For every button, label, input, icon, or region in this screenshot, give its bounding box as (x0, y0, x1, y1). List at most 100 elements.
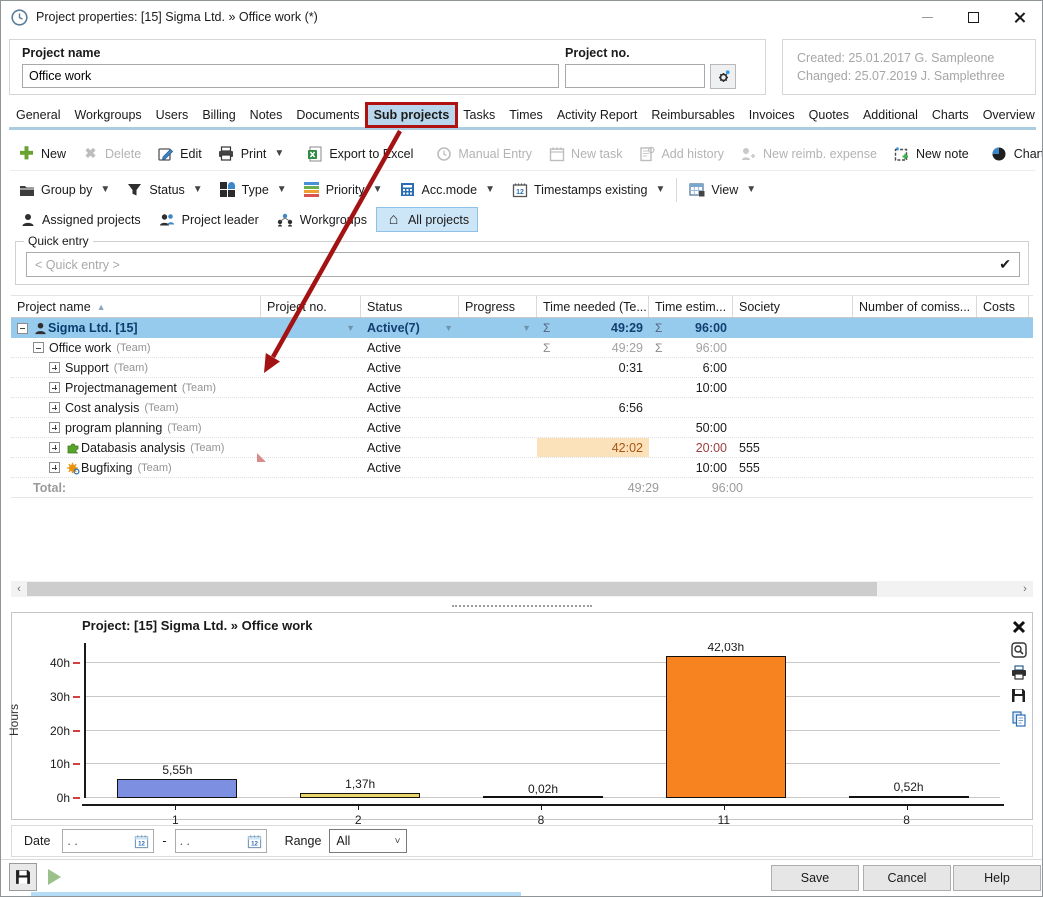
type-filter-button[interactable]: Type▼ (211, 177, 295, 202)
workgroups-button[interactable]: Workgroups (268, 207, 376, 232)
table-row-program-planning[interactable]: program planning(Team) Active 50:00 (11, 418, 1033, 438)
tab-reimbursables[interactable]: Reimbursables (644, 104, 741, 126)
new-reimb-expense-button[interactable]: New reimb. expense (732, 141, 885, 166)
assigned-projects-button[interactable]: Assigned projects (10, 207, 150, 232)
all-projects-button[interactable]: ⌂All projects (376, 207, 478, 232)
date-to-input[interactable]: . . 12 (175, 829, 267, 853)
chart-preview-icon[interactable] (1010, 641, 1027, 658)
tab-additional[interactable]: Additional (856, 104, 925, 126)
col-time-estim[interactable]: Time estim... (649, 296, 733, 317)
expand-expander-icon[interactable] (49, 362, 60, 373)
group-by-button[interactable]: Group by▼ (10, 177, 118, 202)
cell-dropdown-icon[interactable]: ▼ (444, 323, 453, 333)
table-row-support[interactable]: Support(Team) Active 0:31 6:00 (11, 358, 1033, 378)
calendar-icon[interactable]: 12 (134, 834, 149, 849)
add-history-button[interactable]: Add history (630, 141, 732, 166)
tab-general[interactable]: General (9, 104, 67, 126)
quick-save-button[interactable] (9, 863, 37, 891)
col-costs[interactable]: Costs (977, 296, 1029, 317)
quick-entry-confirm-icon[interactable]: ✔ (999, 256, 1011, 273)
table-row-databasis-analysis[interactable]: Databasis analysis(Team) Active 42:02 20… (11, 438, 1033, 458)
expand-expander-icon[interactable] (49, 442, 60, 453)
col-society[interactable]: Society (733, 296, 853, 317)
print-button[interactable]: Print▼ (210, 141, 293, 166)
panel-splitter[interactable] (11, 602, 1033, 609)
timestamps-existing-button[interactable]: 12Timestamps existing▼ (503, 177, 673, 202)
scroll-left-icon[interactable]: ‹ (11, 581, 27, 597)
chart-print-icon[interactable] (1010, 664, 1027, 681)
close-button[interactable] (996, 2, 1042, 32)
export-to-excel-button[interactable]: Export to Excel (298, 141, 421, 166)
col-number-of-comiss[interactable]: Number of comiss... (853, 296, 977, 317)
project-no-input[interactable] (565, 64, 705, 88)
table-row-sigma-ltd[interactable]: Sigma Ltd. [15] ▼ Active(7)▼ ▼ Σ49:29 Σ9… (11, 318, 1033, 338)
new-button[interactable]: ✚New (10, 141, 74, 166)
acc-mode-dropdown-icon[interactable]: ▼ (485, 184, 495, 195)
close-chart-icon[interactable] (1010, 618, 1027, 635)
expand-expander-icon[interactable] (49, 422, 60, 433)
tab-tasks[interactable]: Tasks (456, 104, 502, 126)
print-dropdown-icon[interactable]: ▼ (274, 148, 284, 159)
collapse-expander-icon[interactable] (33, 342, 44, 353)
tab-overview[interactable]: Overview (976, 104, 1042, 126)
project-name-input[interactable] (22, 64, 559, 88)
edit-button[interactable]: Edit (149, 141, 210, 166)
minimize-button[interactable] (904, 2, 950, 32)
view-button[interactable]: View▼ (680, 177, 764, 202)
tab-charts[interactable]: Charts (925, 104, 976, 126)
tab-workgroups[interactable]: Workgroups (67, 104, 148, 126)
chart-save-icon[interactable] (1010, 687, 1027, 704)
help-button[interactable]: Help (953, 865, 1041, 891)
view-dropdown-icon[interactable]: ▼ (746, 184, 756, 195)
collapse-expander-icon[interactable] (17, 323, 28, 334)
cancel-button[interactable]: Cancel (863, 865, 951, 891)
calendar-icon[interactable]: 12 (247, 834, 262, 849)
tab-notes[interactable]: Notes (243, 104, 290, 126)
new-note-button[interactable]: New note (885, 141, 977, 166)
new-task-button[interactable]: New task (540, 141, 630, 166)
tab-billing[interactable]: Billing (195, 104, 242, 126)
tab-users[interactable]: Users (149, 104, 196, 126)
col-time-needed[interactable]: Time needed (Te... (537, 296, 649, 317)
col-project-no[interactable]: Project no. (261, 296, 361, 317)
table-row-office-work[interactable]: Office work(Team) Active Σ49:29 Σ96:00 (11, 338, 1033, 358)
status-filter-button[interactable]: Status▼ (118, 177, 210, 202)
cell-dropdown-icon[interactable]: ▼ (522, 323, 531, 333)
expand-expander-icon[interactable] (49, 382, 60, 393)
group-by-dropdown-icon[interactable]: ▼ (100, 184, 110, 195)
save-button[interactable]: Save (771, 865, 859, 891)
delete-button[interactable]: ✖Delete (74, 141, 149, 166)
cell-dropdown-icon[interactable]: ▼ (346, 323, 355, 333)
project-leader-button[interactable]: Project leader (150, 207, 268, 232)
quick-entry-input[interactable]: < Quick entry > ✔ (26, 252, 1020, 277)
run-button[interactable] (40, 863, 68, 891)
col-project-name[interactable]: Project name▲ (11, 296, 261, 317)
expand-expander-icon[interactable] (49, 402, 60, 413)
tab-sub-projects[interactable]: Sub projects (367, 104, 457, 126)
range-select[interactable]: All ˅ (329, 829, 407, 853)
manual-entry-button[interactable]: Manual Entry (427, 141, 540, 166)
col-status[interactable]: Status (361, 296, 459, 317)
table-row-bugfixing[interactable]: Bugfixing(Team) Active 10:00 555 (11, 458, 1033, 478)
maximize-button[interactable] (950, 2, 996, 32)
priority-dropdown-icon[interactable]: ▼ (373, 184, 383, 195)
type-dropdown-icon[interactable]: ▼ (277, 184, 287, 195)
tab-activity-report[interactable]: Activity Report (550, 104, 645, 126)
project-no-settings-button[interactable] (710, 64, 736, 89)
priority-filter-button[interactable]: Priority▼ (295, 177, 391, 202)
scrollbar-thumb[interactable] (27, 582, 877, 596)
col-progress[interactable]: Progress (459, 296, 537, 317)
date-from-input[interactable]: . . 12 (62, 829, 154, 853)
status-dropdown-icon[interactable]: ▼ (193, 184, 203, 195)
table-row-cost-analysis[interactable]: Cost analysis(Team) Active 6:56 (11, 398, 1033, 418)
chart-button[interactable]: Chart▼ (983, 141, 1043, 166)
tab-documents[interactable]: Documents (289, 104, 366, 126)
chart-copy-icon[interactable] (1010, 710, 1027, 727)
scroll-right-icon[interactable]: › (1017, 581, 1033, 597)
acc-mode-button[interactable]: Acc.mode▼ (391, 177, 504, 202)
table-row-projectmanagement[interactable]: Projectmanagement(Team) Active 10:00 (11, 378, 1033, 398)
tab-times[interactable]: Times (502, 104, 550, 126)
expand-expander-icon[interactable] (49, 462, 60, 473)
tab-quotes[interactable]: Quotes (802, 104, 856, 126)
tab-invoices[interactable]: Invoices (742, 104, 802, 126)
